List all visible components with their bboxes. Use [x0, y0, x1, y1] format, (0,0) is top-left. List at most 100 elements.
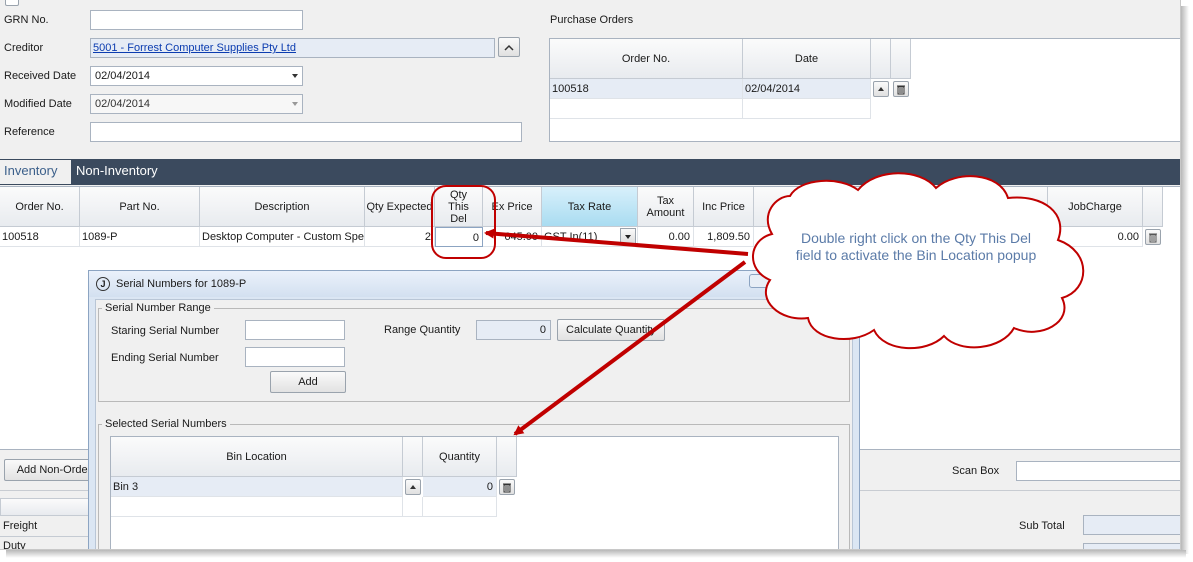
- tab-non-inventory[interactable]: Non-Inventory: [72, 160, 182, 184]
- po-col-date[interactable]: Date: [743, 39, 871, 79]
- scan-box-input[interactable]: [1016, 461, 1180, 481]
- app-logo-icon: J: [96, 277, 110, 291]
- freight-label: Freight: [3, 520, 38, 532]
- po-col-spacer: [871, 39, 891, 79]
- bin-cell-quantity[interactable]: 0: [423, 477, 497, 497]
- inv-cell-job-charge[interactable]: 0.00: [1048, 227, 1143, 247]
- serial-range-group-title: Serial Number Range: [102, 302, 214, 314]
- arrow-up-icon: [410, 485, 416, 489]
- po-empty-row: [550, 99, 743, 119]
- inv-col-part-no[interactable]: Part No.: [80, 187, 200, 227]
- range-quantity-field: 0: [476, 320, 551, 340]
- bin-col-location[interactable]: Bin Location: [111, 437, 403, 477]
- duty-label: Duty: [3, 540, 26, 550]
- trash-icon: [1149, 233, 1157, 242]
- inv-col-order-no[interactable]: Order No.: [0, 187, 80, 227]
- inv-col-actions: [1143, 187, 1163, 227]
- inv-cell-order-no[interactable]: 100518: [0, 227, 80, 247]
- grn-screen: GRN No. Creditor 5001 - Forrest Computer…: [0, 0, 1181, 550]
- po-row-delete-button[interactable]: [893, 81, 909, 97]
- add-serial-button[interactable]: Add: [270, 371, 346, 393]
- bin-col-actions: [497, 437, 517, 477]
- po-col-spacer-2: [891, 39, 911, 79]
- dialog-title-bar[interactable]: J Serial Numbers for 1089-P: [89, 271, 859, 297]
- inv-col-tax-rate[interactable]: Tax Rate: [542, 187, 638, 227]
- ending-serial-label: Ending Serial Number: [111, 352, 219, 364]
- po-empty-row-date: [743, 99, 871, 119]
- dropdown-arrow-icon: [292, 102, 298, 106]
- dialog-close-button[interactable]: [749, 274, 775, 288]
- ending-serial-input[interactable]: [245, 347, 345, 367]
- bin-empty-row-spacer: [403, 497, 423, 517]
- creditor-input[interactable]: 5001 - Forrest Computer Supplies Pty Ltd: [90, 38, 495, 58]
- totals-header-strip: [0, 498, 90, 516]
- bin-empty-row-qty: [423, 497, 497, 517]
- bin-row-up-button[interactable]: [405, 479, 421, 495]
- inv-cell-description[interactable]: Desktop Computer - Custom Spec: [200, 227, 365, 247]
- reference-label: Reference: [4, 126, 55, 138]
- creditor-link[interactable]: 5001 - Forrest Computer Supplies Pty Ltd: [93, 42, 296, 54]
- reference-input[interactable]: [90, 122, 522, 142]
- grn-input[interactable]: [90, 10, 303, 30]
- freight-row-line: [0, 536, 90, 537]
- inv-cell-tax-rate[interactable]: GST In(11): [542, 227, 638, 247]
- inv-col-qty-this-del[interactable]: Qty This Del: [435, 187, 483, 227]
- bin-col-spacer: [403, 437, 423, 477]
- serial-numbers-dialog: J Serial Numbers for 1089-P Serial Numbe…: [88, 270, 860, 549]
- dialog-title: Serial Numbers for 1089-P: [116, 278, 247, 290]
- creditor-label: Creditor: [4, 42, 44, 54]
- po-row-date[interactable]: 02/04/2014: [743, 79, 871, 99]
- po-row-up-button[interactable]: [873, 81, 889, 97]
- inv-col-inc-price[interactable]: Inc Price: [694, 187, 754, 227]
- inv-cell-tax-amount[interactable]: 0.00: [638, 227, 694, 247]
- scan-box-label: Scan Box: [952, 465, 1000, 477]
- chevron-up-icon: [504, 44, 514, 51]
- sub-total-field: 0: [1083, 515, 1180, 535]
- inv-cell-inc-price[interactable]: 1,809.50: [694, 227, 754, 247]
- inv-col-qty-expected[interactable]: Qty Expected: [365, 187, 435, 227]
- bin-location-grid: Bin Location Quantity Bin 3 0: [110, 436, 839, 549]
- inv-col-description[interactable]: Description: [200, 187, 365, 227]
- modified-date-label: Modified Date: [4, 98, 72, 110]
- inv-cell-part-no[interactable]: 1089-P: [80, 227, 200, 247]
- tax-rate-dropdown-button[interactable]: [620, 228, 636, 244]
- bin-row-delete-button[interactable]: [499, 479, 515, 495]
- creditor-collapse-button[interactable]: [498, 37, 520, 57]
- selected-serials-group-title: Selected Serial Numbers: [102, 418, 230, 430]
- inv-cell-ex-price[interactable]: 645.00: [483, 227, 542, 247]
- inv-col-job-charge[interactable]: JobCharge: [1048, 187, 1143, 227]
- inv-col-hidden: [754, 187, 1048, 227]
- received-date-label: Received Date: [4, 70, 77, 82]
- purchase-orders-grid: Order No. Date 100518 02/04/2014: [549, 38, 1180, 142]
- bin-empty-row: [111, 497, 403, 517]
- po-row-order-no[interactable]: 100518: [550, 79, 743, 99]
- next-total-field: [1083, 543, 1180, 549]
- purchase-orders-title: Purchase Orders: [550, 14, 634, 26]
- inv-col-tax-amount[interactable]: Tax Amount: [638, 187, 694, 227]
- modified-date-picker: 02/04/2014: [90, 94, 303, 114]
- dropdown-arrow-icon: [292, 74, 298, 78]
- top-checkbox[interactable]: [5, 0, 19, 6]
- arrow-up-icon: [878, 87, 884, 91]
- dropdown-arrow-icon: [625, 235, 631, 239]
- bin-cell-location[interactable]: Bin 3: [111, 477, 403, 497]
- tab-inventory[interactable]: Inventory: [0, 160, 71, 184]
- starting-serial-label: Staring Serial Number: [111, 325, 220, 337]
- range-quantity-label: Range Quantity: [384, 324, 461, 336]
- bin-col-quantity[interactable]: Quantity: [423, 437, 497, 477]
- screenshot-shadow-right: [1181, 6, 1189, 554]
- inv-row-delete-button[interactable]: [1145, 229, 1161, 245]
- callout-text: Double right click on the Qty This Del f…: [795, 230, 1037, 263]
- starting-serial-input[interactable]: [245, 320, 345, 340]
- calculate-quantity-button[interactable]: Calculate Quantity: [557, 319, 665, 341]
- dialog-body: Serial Number Range Staring Serial Numbe…: [95, 299, 853, 549]
- trash-icon: [897, 85, 905, 94]
- inv-col-ex-price[interactable]: Ex Price: [483, 187, 542, 227]
- inv-cell-qty-this-del[interactable]: 0: [435, 227, 483, 247]
- received-date-picker[interactable]: 02/04/2014: [90, 66, 303, 86]
- po-col-order-no[interactable]: Order No.: [550, 39, 743, 79]
- sub-total-label: Sub Total: [1019, 520, 1065, 532]
- trash-icon: [503, 483, 511, 492]
- grn-label: GRN No.: [4, 14, 49, 26]
- inv-cell-qty-expected[interactable]: 2: [365, 227, 435, 247]
